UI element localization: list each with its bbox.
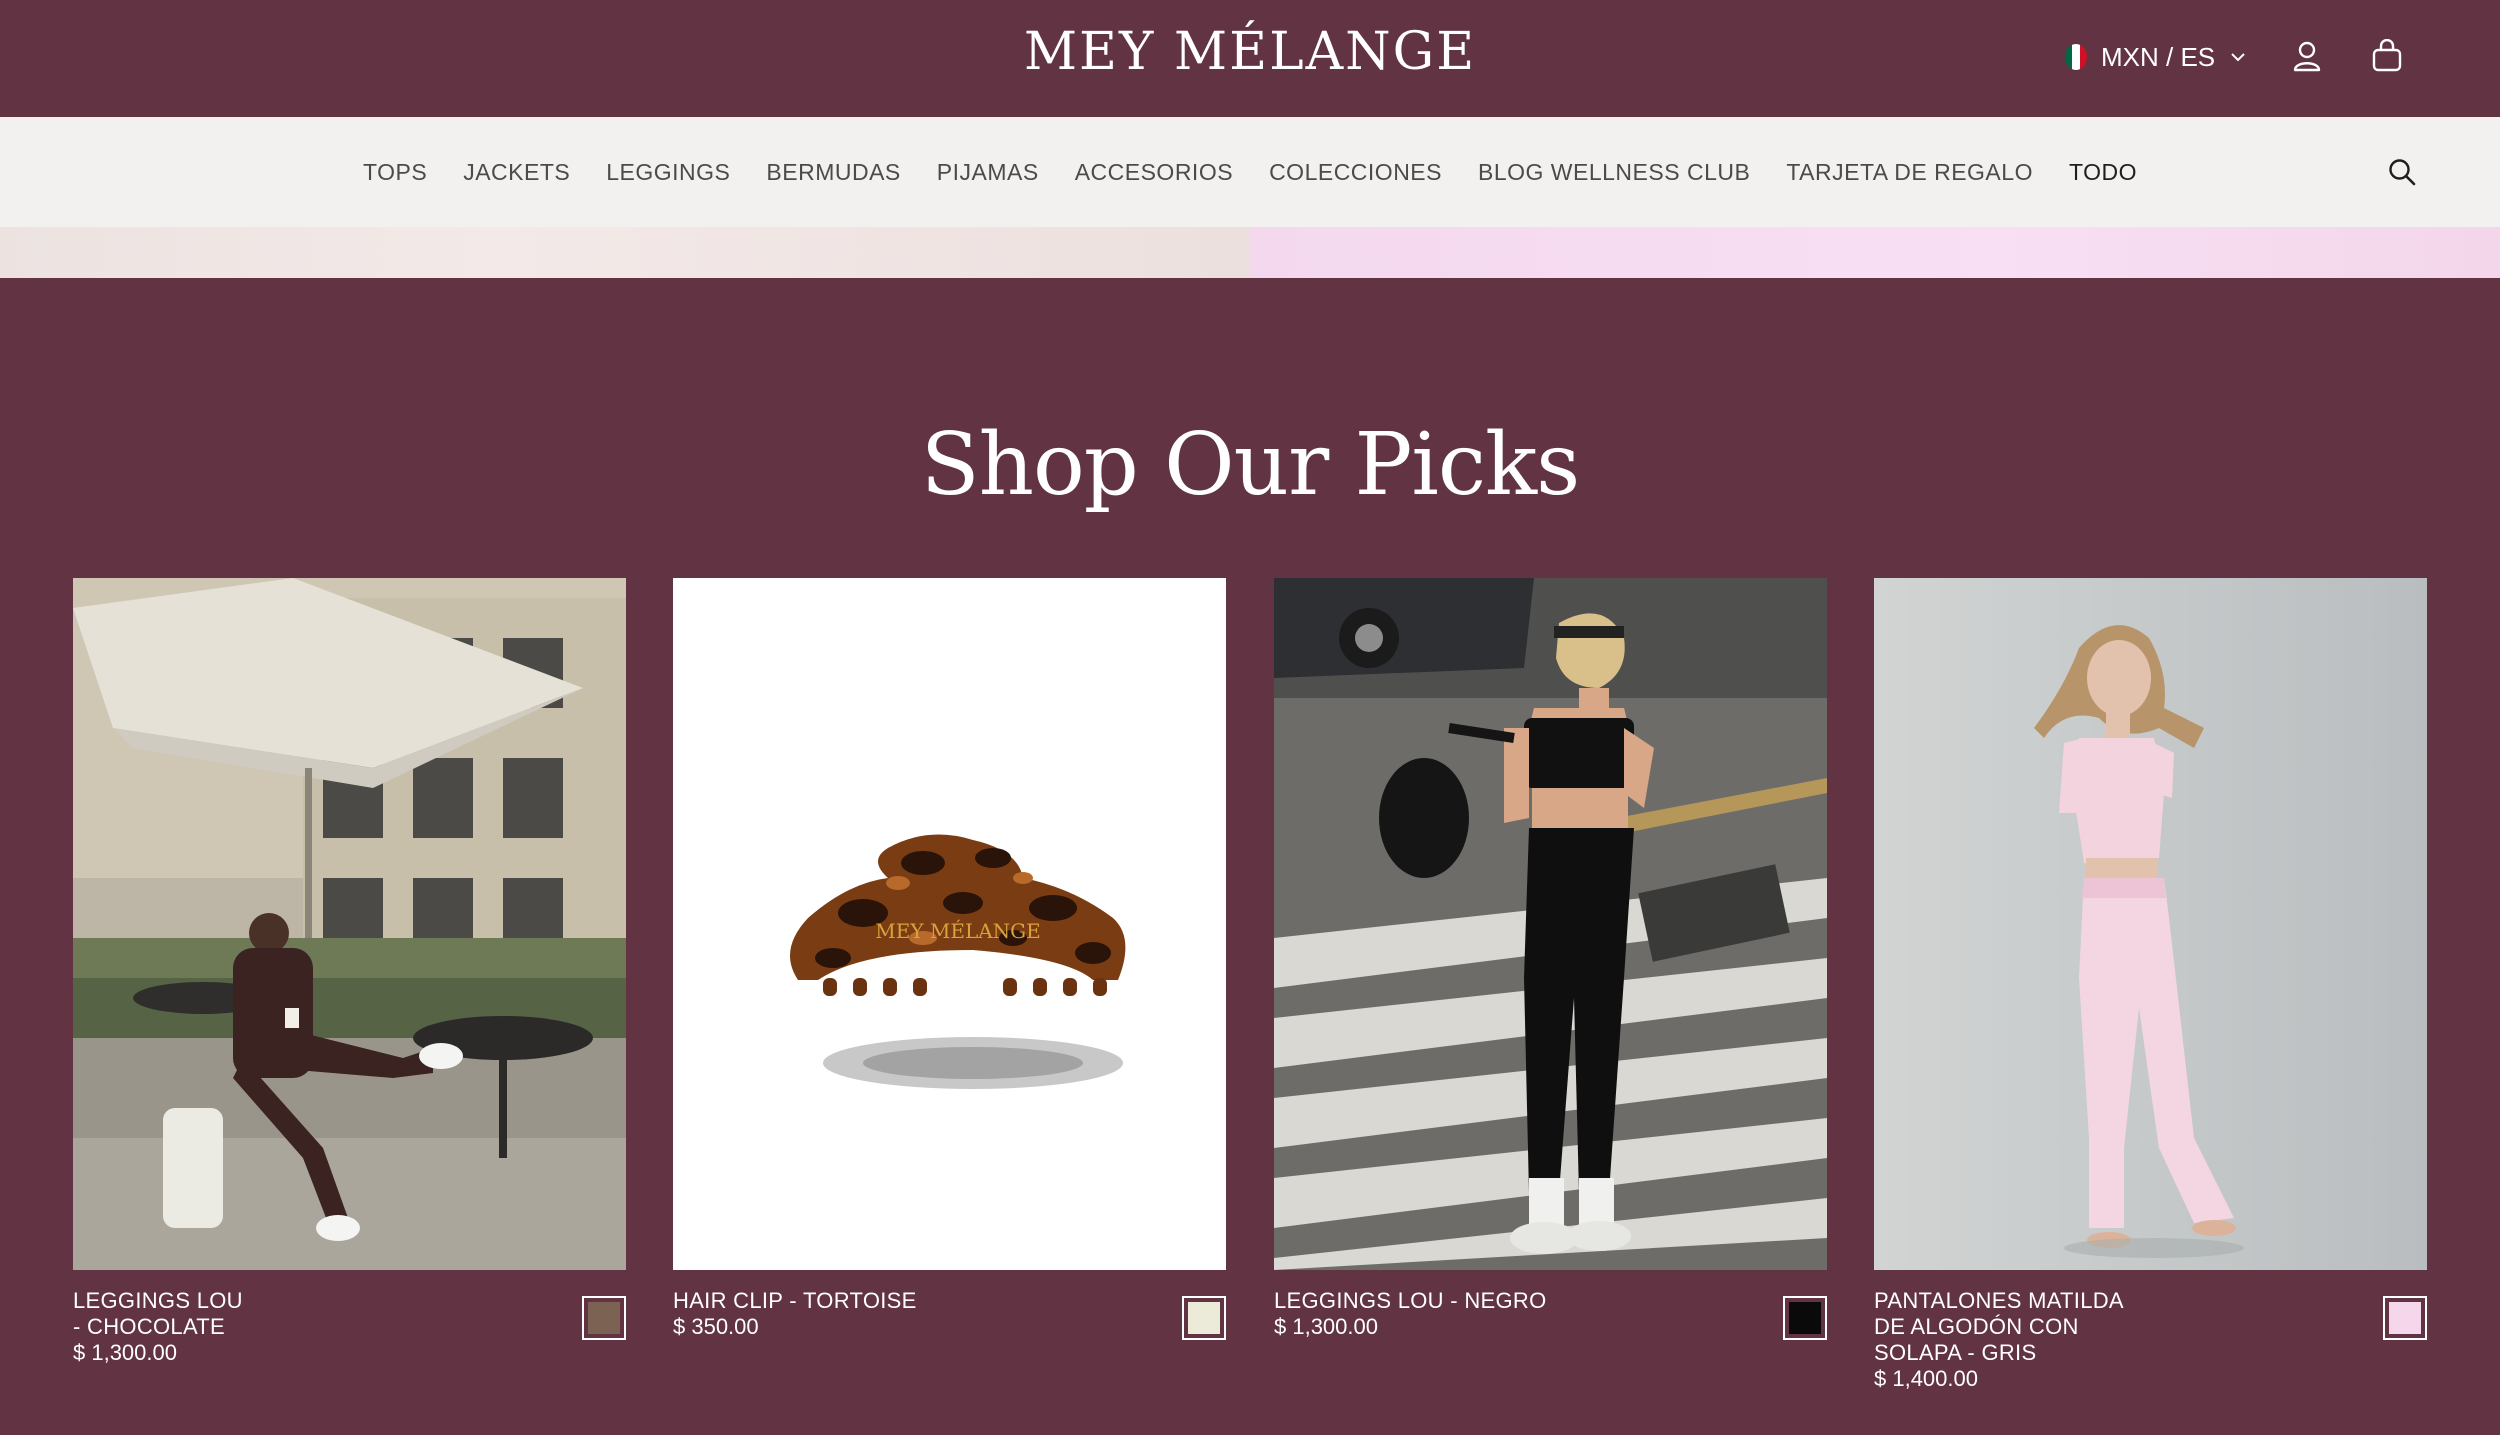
product-info: LEGGINGS LOU - CHOCOLATE $ 1,300.00	[73, 1288, 626, 1366]
nav-item-leggings[interactable]: LEGGINGS	[606, 159, 730, 186]
nav-item-jackets[interactable]: JACKETS	[463, 159, 570, 186]
nav-item-accesorios[interactable]: ACCESORIOS	[1075, 159, 1233, 186]
product-name-line[interactable]: LEGGINGS LOU - NEGRO	[1274, 1288, 1827, 1314]
product-price: $ 1,400.00	[1874, 1366, 1978, 1391]
product-photo-cafe-terrace	[73, 578, 626, 1270]
color-swatch[interactable]	[582, 1296, 626, 1340]
product-image[interactable]	[73, 578, 626, 1270]
color-swatch[interactable]	[1182, 1296, 1226, 1340]
product-info: PANTALONES MATILDA DE ALGODÓN CON SOLAPA…	[1874, 1288, 2427, 1392]
product-card: LEGGINGS LOU - NEGRO $ 1,300.00	[1274, 578, 1827, 1340]
nav-menu: TOPS JACKETS LEGGINGS BERMUDAS PIJAMAS ACCESO…	[0, 117, 2500, 227]
product-card: LEGGINGS LOU - CHOCOLATE $ 1,300.00	[73, 578, 626, 1366]
cart-button[interactable]	[2365, 34, 2409, 78]
product-price: $ 1,300.00	[1274, 1314, 1378, 1339]
account-button[interactable]	[2285, 34, 2329, 78]
currency-language-selector[interactable]: MXN / ES	[2065, 35, 2247, 79]
hero-banner-strip	[0, 227, 2500, 278]
nav-item-pijamas[interactable]: PIJAMAS	[937, 159, 1039, 186]
product-price: $ 1,300.00	[73, 1340, 177, 1365]
search-icon	[2389, 159, 2416, 186]
product-photo-street-crossing	[1274, 578, 1827, 1270]
nav-item-tarjeta-de-regalo[interactable]: TARJETA DE REGALO	[1786, 159, 2033, 186]
clip-logo-text: MEY MÉLANGE	[875, 919, 1041, 943]
nav-item-bermudas[interactable]: BERMUDAS	[766, 159, 900, 186]
product-info: HAIR CLIP - TORTOISE $ 350.00	[673, 1288, 1226, 1340]
color-swatch[interactable]	[1783, 1296, 1827, 1340]
product-image[interactable]	[1274, 578, 1827, 1270]
nav-item-todo[interactable]: TODO	[2069, 159, 2137, 186]
user-icon	[2293, 41, 2321, 72]
product-image[interactable]	[1874, 578, 2427, 1270]
product-name-line[interactable]: LEGGINGS LOU	[73, 1288, 626, 1314]
hero-image-left[interactable]	[0, 227, 1250, 278]
locale-label: MXN / ES	[2101, 41, 2216, 72]
mexico-flag-icon	[2065, 44, 2087, 70]
product-card: PANTALONES MATILDA DE ALGODÓN CON SOLAPA…	[1874, 578, 2427, 1392]
top-header: MEY MÉLANGE MXN / ES	[0, 0, 2500, 117]
product-card: MEY MÉLANGE HAIR CLIP - TORTOISE $ 350.0…	[673, 578, 1226, 1340]
nav-item-blog-wellness-club[interactable]: BLOG WELLNESS CLUB	[1478, 159, 1750, 186]
product-name-line[interactable]: - CHOCOLATE	[73, 1314, 626, 1340]
hero-image-right[interactable]	[1250, 227, 2500, 278]
color-swatch[interactable]	[2383, 1296, 2427, 1340]
product-name-line[interactable]: DE ALGODÓN CON	[1874, 1314, 2427, 1340]
product-info: LEGGINGS LOU - NEGRO $ 1,300.00	[1274, 1288, 1827, 1340]
chevron-down-icon	[2231, 53, 2245, 62]
product-name-line[interactable]: SOLAPA - GRIS	[1874, 1340, 2427, 1366]
product-photo-hair-clip: MEY MÉLANGE	[673, 578, 1226, 1270]
main-navigation: TOPS JACKETS LEGGINGS BERMUDAS PIJAMAS ACCESO…	[0, 117, 2500, 227]
product-image[interactable]: MEY MÉLANGE	[673, 578, 1226, 1270]
section-title: Shop Our Picks	[920, 415, 1581, 515]
nav-item-colecciones[interactable]: COLECCIONES	[1269, 159, 1442, 186]
product-photo-studio-model	[1874, 578, 2427, 1270]
product-name-line[interactable]: PANTALONES MATILDA	[1874, 1288, 2427, 1314]
product-name-line[interactable]: HAIR CLIP - TORTOISE	[673, 1288, 1226, 1314]
nav-item-tops[interactable]: TOPS	[363, 159, 427, 186]
shopping-bag-icon	[2372, 39, 2402, 72]
search-button[interactable]	[2380, 150, 2424, 194]
product-price: $ 350.00	[673, 1314, 759, 1339]
